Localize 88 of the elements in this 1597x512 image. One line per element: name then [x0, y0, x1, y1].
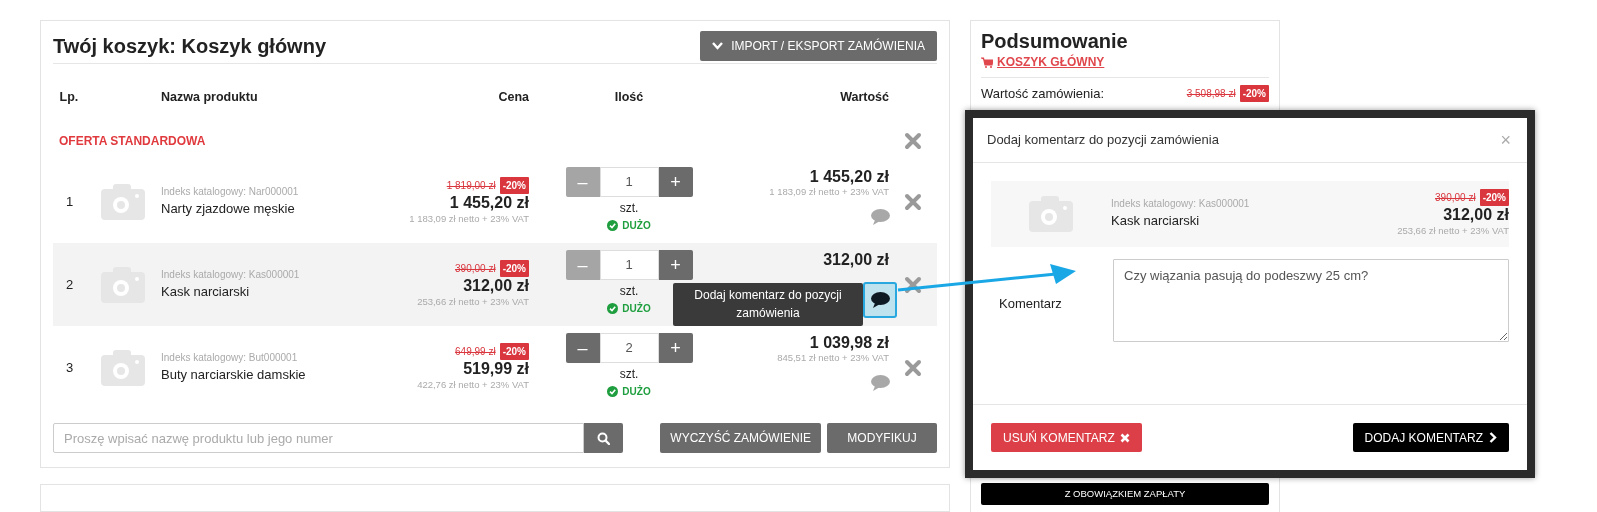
price: 312,00 zł	[1442, 206, 1509, 224]
product-name: Kask narciarski	[161, 283, 251, 302]
camera-icon	[101, 266, 145, 303]
increase-button[interactable]: +	[658, 249, 693, 280]
import-export-button[interactable]: IMPORT / EKSPORT ZAMÓWIENIA	[700, 31, 937, 61]
camera-icon	[1029, 195, 1073, 232]
comment-icon	[870, 209, 890, 226]
unit-label: szt.	[619, 282, 639, 300]
modify-button[interactable]: MODYFIKUJ	[827, 423, 937, 453]
stock-label: DUŻO	[622, 301, 651, 316]
price: 519,99 zł	[462, 360, 529, 378]
row-value: 1 455,20 zł	[809, 167, 889, 186]
cart-icon	[981, 56, 993, 68]
product-name: Narty zjazdowe męskie	[161, 200, 296, 219]
modal-title: Dodaj komentarz do pozycji zamówienia	[987, 131, 1219, 149]
summary-title: Podsumowanie	[981, 29, 1129, 53]
old-price: 1 819,00 zł	[446, 179, 496, 194]
discount-badge: -20%	[499, 260, 529, 278]
remove-comment-button[interactable]: USUŃ KOMENTARZ	[991, 423, 1142, 452]
row-value: 1 039,98 zł	[809, 333, 889, 352]
price: 1 455,20 zł	[448, 194, 529, 212]
quantity-field[interactable]: 1	[599, 249, 659, 280]
row-number: 1	[65, 192, 75, 211]
old-price: 390,00 zł	[1435, 191, 1476, 206]
net-value: 845,51 zł netto + 23% VAT	[777, 351, 889, 366]
product-name: Kask narciarski	[1111, 212, 1201, 231]
catalog-index: Indeks katalogowy: Kas000001	[1111, 197, 1251, 212]
column-header: Lp.	[58, 88, 80, 106]
search-button[interactable]	[584, 423, 623, 453]
row-number: 2	[65, 275, 75, 294]
close-icon	[1119, 432, 1130, 443]
chevron-right-icon	[1489, 432, 1497, 443]
camera-icon	[101, 349, 145, 386]
check-circle-icon	[607, 303, 619, 314]
row-value: 312,00 zł	[823, 250, 889, 269]
cart-title: Twój koszyk: Koszyk główny	[53, 34, 327, 58]
comment-label: Komentarz	[998, 295, 1063, 314]
quantity-field[interactable]: 1	[599, 166, 659, 197]
add-comment-button[interactable]: DODAJ KOMENTARZ	[1352, 423, 1509, 452]
net-value: 1 183,09 zł netto + 23% VAT	[769, 185, 889, 200]
discount-badge: -20%	[499, 177, 529, 195]
discount-badge: -20%	[1239, 85, 1269, 103]
unit-label: szt.	[619, 365, 639, 383]
catalog-index: Indeks katalogowy: Nar000001	[161, 185, 300, 200]
net-price: 253,66 zł netto + 23% VAT	[1397, 223, 1509, 238]
unit-label: szt.	[619, 199, 639, 217]
column-header: Wartość	[839, 88, 889, 106]
product-name: Buty narciarskie damskie	[161, 366, 307, 385]
catalog-index: Indeks katalogowy: Kas000001	[161, 268, 301, 283]
comment-field[interactable]: Czy wiązania pasują do podeszwy 25 cm?	[1113, 258, 1509, 342]
old-price: 649,99 zł	[455, 345, 496, 360]
net-price: 253,66 zł netto + 23% VAT	[416, 294, 529, 309]
section-label: OFERTA STANDARDOWA	[58, 133, 207, 150]
order-value-label: Wartość zamówienia:	[981, 85, 1105, 103]
net-price: 422,76 zł netto + 23% VAT	[416, 377, 529, 392]
column-header: Cena	[497, 88, 529, 106]
column-header: Ilość	[613, 88, 645, 106]
clear-order-button[interactable]: WYCZYŚĆ ZAMÓWIENIE	[660, 423, 821, 453]
stock-label: DUŻO	[622, 218, 651, 233]
column-header: Nazwa produktu	[161, 88, 259, 106]
delete-icon[interactable]	[904, 132, 922, 150]
net-price: 1 183,09 zł netto + 23% VAT	[408, 211, 529, 226]
comment-icon	[870, 292, 890, 309]
chevron-down-icon	[712, 42, 724, 50]
old-price: 390,00 zł	[455, 262, 496, 277]
stock-label: DUŻO	[622, 384, 651, 399]
delete-icon[interactable]	[904, 192, 922, 211]
tooltip: Dodaj komentarz do pozycji zamówienia	[673, 283, 863, 327]
search-icon	[597, 431, 610, 445]
discount-badge: -20%	[1479, 189, 1509, 207]
check-circle-icon	[607, 220, 619, 231]
payment-button[interactable]: Z OBOWIĄZKIEM ZAPŁATY	[981, 483, 1269, 505]
decrease-button[interactable]: –	[565, 332, 600, 363]
catalog-index: Indeks katalogowy: But000001	[161, 351, 299, 366]
check-circle-icon	[607, 386, 619, 397]
comment-icon	[870, 375, 890, 392]
increase-button[interactable]: +	[658, 166, 693, 197]
quantity-field[interactable]: 2	[599, 332, 659, 363]
cart-link[interactable]: KOSZYK GŁÓWNY	[981, 53, 1269, 78]
old-price: 3 508,98 zł	[1186, 87, 1236, 102]
delete-icon[interactable]	[904, 275, 922, 294]
increase-button[interactable]: +	[658, 332, 693, 363]
price: 312,00 zł	[462, 277, 529, 295]
discount-badge: -20%	[499, 343, 529, 361]
delete-icon[interactable]	[904, 358, 922, 377]
camera-icon	[101, 183, 145, 220]
search-field[interactable]: Proszę wpisać nazwę produktu lub jego numer	[53, 423, 584, 453]
row-number: 3	[65, 358, 75, 377]
